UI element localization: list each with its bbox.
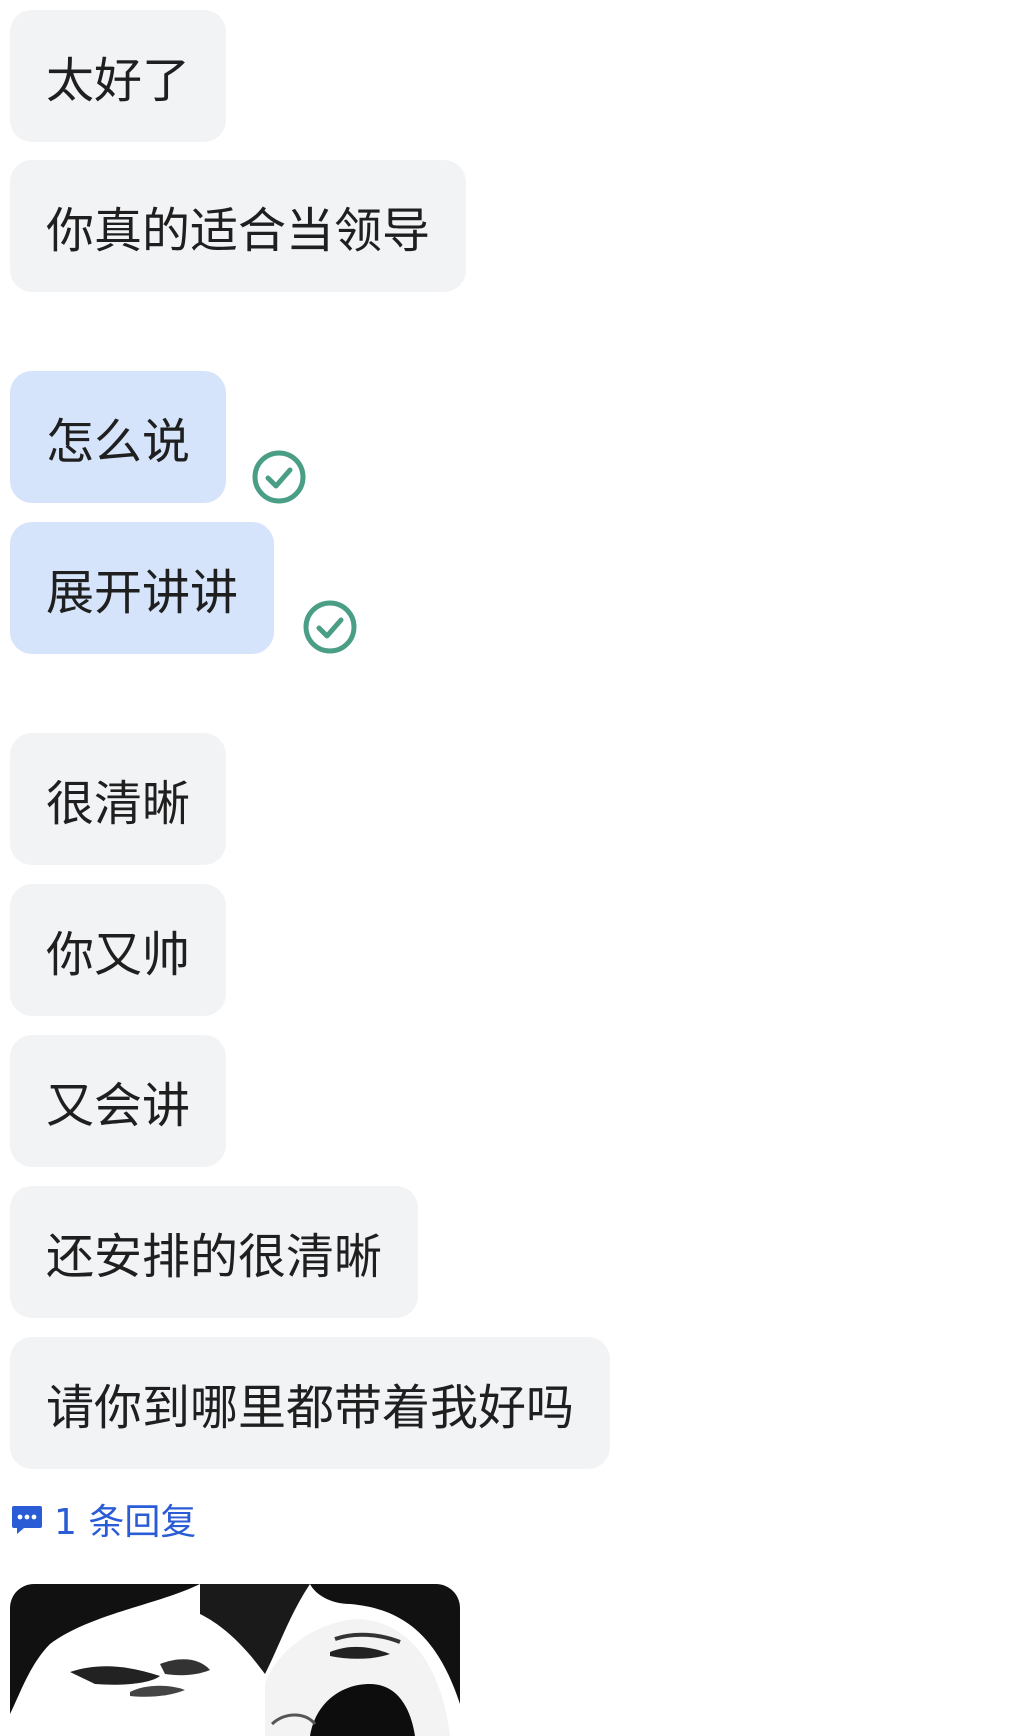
thread-replies-link[interactable]: 1 条回复: [10, 1494, 196, 1544]
chat-thread: 太好了 你真的适合当领导 怎么说 展开讲讲 很清晰 你又帅 又会讲 还安排的很清…: [0, 0, 1024, 1736]
message-bubble-sent[interactable]: 展开讲讲: [10, 522, 275, 654]
message-bubble[interactable]: 又会讲: [10, 1035, 227, 1167]
message-text: 又会讲: [46, 1078, 191, 1134]
comment-bubble-icon: [12, 1506, 42, 1534]
message-bubble[interactable]: 太好了: [10, 10, 227, 142]
message-text: 很清晰: [46, 776, 191, 832]
message-text: 太好了: [46, 53, 191, 109]
meme-sticker-image[interactable]: [10, 1584, 460, 1736]
message-text: 你真的适合当领导: [46, 203, 431, 259]
message-bubble-sent[interactable]: 怎么说: [10, 371, 227, 503]
message-text: 怎么说: [46, 414, 191, 470]
message-bubble[interactable]: 请你到哪里都带着我好吗: [10, 1337, 611, 1469]
sticker-artwork: [10, 1584, 460, 1736]
message-bubble[interactable]: 你又帅: [10, 884, 227, 1016]
message-bubble[interactable]: 很清晰: [10, 733, 227, 865]
read-check-icon: [252, 450, 306, 504]
read-check-icon: [303, 600, 357, 654]
message-text: 请你到哪里都带着我好吗: [46, 1380, 575, 1436]
message-text: 还安排的很清晰: [46, 1229, 383, 1285]
message-bubble[interactable]: 你真的适合当领导: [10, 160, 467, 292]
reply-count-label: 1 条回复: [54, 1502, 197, 1543]
message-text: 展开讲讲: [46, 565, 239, 621]
message-bubble[interactable]: 还安排的很清晰: [10, 1186, 419, 1318]
message-text: 你又帅: [46, 927, 191, 983]
